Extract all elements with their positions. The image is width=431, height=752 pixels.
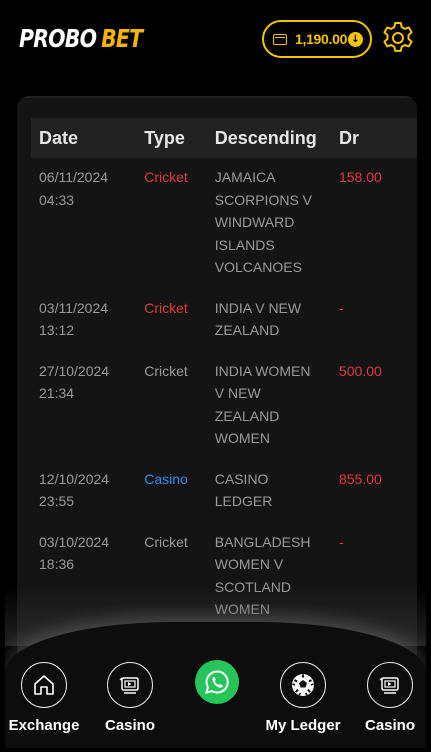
date-cell: 27/10/2024 21:34	[31, 352, 136, 460]
description-line: ISLANDS	[214, 236, 275, 253]
description-cell: JAMAICA SCORPIONS V WINDWARD ISLANDS VOLCANO…	[207, 158, 331, 289]
table-row: 03/10/2024 18:36 Cricket BANGLADESH WOMEN …	[31, 523, 417, 631]
date-text: 12/10/2024	[39, 470, 110, 487]
description-line: VOLCANOES	[214, 259, 302, 275]
description-line: CASINO	[214, 470, 269, 487]
nav-exchange[interactable]: Exchange	[5, 662, 89, 734]
description-line: BANGLADESH	[214, 533, 311, 550]
type-cell: Cricket	[144, 533, 188, 550]
logo-text-accent: BET	[101, 24, 143, 53]
whatsapp-button[interactable]	[195, 660, 239, 704]
date-cell: 12/10/2024 23:55	[31, 460, 136, 523]
date-text: 03/11/2024	[39, 299, 109, 316]
table-row: 03/11/2024 13:12 Cricket INDIA V NEW ZEALA…	[31, 289, 417, 352]
description-line: SCORPIONS V	[214, 191, 313, 208]
date-cell: 03/10/2024 18:36	[31, 523, 136, 631]
description-line: WOMEN	[214, 430, 270, 446]
description-cell: BANGLADESH WOMEN V SCOTLAND WOMEN	[207, 523, 331, 631]
credit-cell: 3	[409, 523, 418, 631]
time-text: 21:34	[39, 385, 75, 401]
card-divider	[17, 96, 417, 98]
debit-cell: -	[338, 533, 344, 550]
nav-icon-circle	[280, 662, 326, 708]
column-header-credit[interactable]: Cr	[409, 118, 418, 158]
description-line: ZEALAND	[214, 322, 280, 338]
time-text: 23:55	[39, 493, 75, 509]
debit-cell: -	[338, 299, 344, 316]
description-line: V NEW	[214, 385, 261, 401]
casino-icon	[119, 677, 139, 694]
column-header-date[interactable]: Date	[31, 118, 136, 158]
description-line: WOMEN V	[214, 556, 284, 572]
logo[interactable]: PROBO BET	[19, 24, 143, 53]
type-cell: Casino	[144, 470, 188, 487]
description-line: LEDGER	[214, 493, 273, 509]
soccer-ball-icon	[292, 674, 314, 696]
description-line: INDIA V NEW	[214, 299, 302, 316]
nav-icon-circle	[21, 662, 67, 708]
ledger-table: Date Type Descending Dr Cr 06/11/2024 04:…	[31, 118, 417, 631]
time-text: 04:33	[39, 191, 75, 208]
column-header-description[interactable]: Descending	[207, 118, 331, 158]
description-line: ZEALAND	[214, 407, 280, 424]
debit-cell: 158.00	[338, 169, 382, 185]
credit-cell: -	[409, 460, 418, 523]
home-icon	[34, 675, 54, 695]
credit-cell: -	[409, 352, 418, 460]
description-cell: INDIA V NEW ZEALAND	[207, 289, 331, 352]
table-row: 06/11/2024 04:33 Cricket JAMAICA SCORPIONS…	[31, 158, 417, 289]
type-cell: Cricket	[144, 299, 188, 316]
nav-casino[interactable]: Casino	[85, 662, 175, 734]
wallet-icon	[273, 33, 287, 45]
coin-icon: ↓	[348, 32, 363, 47]
balance-amount: 1,190.00	[295, 31, 348, 47]
header: PROBO BET 1,190.00 ↓	[5, 4, 426, 74]
table-row: 12/10/2024 23:55 Casino CASINO LEDGER 855.…	[31, 460, 417, 523]
description-line: WOMEN	[214, 601, 270, 617]
table-row: 27/10/2024 21:34 Cricket INDIA WOMEN V NEW…	[31, 352, 417, 460]
description-line: SCOTLAND	[214, 578, 291, 595]
description-cell: CASINO LEDGER	[207, 460, 331, 523]
nav-my-ledger[interactable]: My Ledger	[258, 662, 348, 734]
table-header-row: Date Type Descending Dr Cr	[31, 118, 417, 158]
logo-text-main: PROBO	[19, 24, 97, 53]
date-cell: 03/11/2024 13:12	[31, 289, 136, 352]
date-text: 06/11/2024	[39, 169, 109, 185]
type-cell: Cricket	[144, 169, 188, 185]
nav-label-casino-secondary: Casino	[364, 717, 415, 734]
date-text: 27/10/2024	[39, 362, 110, 379]
description-line: JAMAICA	[214, 169, 276, 185]
casino-icon	[379, 677, 399, 694]
description-cell: INDIA WOMEN V NEW ZEALAND WOMEN	[207, 352, 331, 460]
date-cell: 06/11/2024 04:33	[31, 158, 136, 289]
nav-icon-circle	[107, 662, 153, 708]
debit-cell: 855.00	[338, 470, 382, 487]
app-frame: PROBO BET 1,190.00 ↓ Date Type Descending	[5, 4, 426, 748]
description-line: INDIA WOMEN	[214, 362, 311, 379]
column-header-type[interactable]: Type	[136, 118, 207, 158]
time-text: 18:36	[39, 556, 75, 572]
credit-cell: 10	[409, 289, 418, 352]
nav-icon-circle	[367, 662, 413, 708]
date-text: 03/10/2024	[39, 533, 110, 550]
type-cell: Cricket	[144, 362, 188, 379]
gear-icon[interactable]	[380, 20, 416, 56]
nav-label-casino: Casino	[104, 717, 155, 734]
nav-label-my-ledger: My Ledger	[265, 717, 341, 734]
nav-casino-secondary[interactable]: Casino	[345, 662, 426, 734]
whatsapp-icon	[205, 670, 229, 694]
nav-label-exchange: Exchange	[8, 717, 80, 734]
balance-button[interactable]: 1,190.00 ↓	[262, 20, 372, 58]
credit-cell: -	[409, 158, 418, 289]
time-text: 13:12	[39, 322, 75, 338]
column-header-debit[interactable]: Dr	[331, 118, 409, 158]
description-line: WINDWARD	[214, 214, 295, 230]
debit-cell: 500.00	[338, 362, 382, 379]
